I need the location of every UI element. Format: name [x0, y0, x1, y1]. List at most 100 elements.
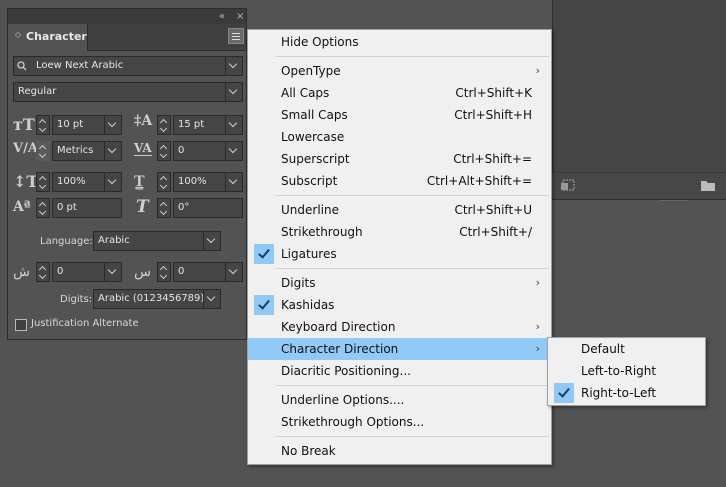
tracking-stepper[interactable]	[157, 141, 171, 161]
font-size-dropdown[interactable]	[104, 116, 121, 134]
submenu-item-right-to-left[interactable]: Right-to-Left	[548, 382, 705, 404]
character-panel: « × ◇ Character Loew Next Arabic Regular…	[7, 8, 247, 340]
menu-item-label: Character Direction	[281, 342, 399, 356]
chevron-right-icon: ›	[535, 320, 540, 333]
chevron-down-icon	[107, 118, 117, 128]
menu-item-superscript[interactable]: Superscript Ctrl+Shift+=	[248, 148, 551, 170]
panel-context-menu: Hide Options OpenType › All Caps Ctrl+Sh…	[247, 29, 552, 465]
submenu-item-left-to-right[interactable]: Left-to-Right	[548, 360, 705, 382]
menu-item-shortcut: Ctrl+Shift+/	[459, 225, 532, 239]
menu-separator	[276, 385, 549, 386]
menu-item-opentype[interactable]: OpenType ›	[248, 60, 551, 82]
font-family-dropdown[interactable]	[225, 57, 242, 75]
menu-item-character-direction[interactable]: Character Direction ›	[248, 338, 551, 360]
submenu-item-label: Right-to-Left	[581, 386, 657, 400]
arabic-param-1-value: 0	[57, 266, 64, 277]
panel-title-bar: « ×	[8, 9, 246, 24]
menu-item-label: Underline Options....	[281, 393, 405, 407]
leading-dropdown[interactable]	[225, 116, 242, 134]
language-dropdown[interactable]	[203, 232, 220, 250]
menu-separator	[276, 195, 549, 196]
kerning-dropdown[interactable]	[104, 142, 121, 160]
menu-item-small-caps[interactable]: Small Caps Ctrl+Shift+H	[248, 104, 551, 126]
leading-value: 15 pt	[178, 119, 205, 130]
menu-item-no-break[interactable]: No Break	[248, 440, 551, 462]
chevron-down-icon	[107, 144, 117, 154]
menu-item-label: Lowercase	[281, 130, 345, 144]
skew-field[interactable]: 0°	[173, 198, 243, 218]
digits-field[interactable]: Arabic (0123456789)	[93, 289, 221, 309]
menu-item-label: Diacritic Positioning...	[281, 364, 411, 378]
chevron-down-icon	[228, 265, 238, 275]
font-size-value: 10 pt	[57, 119, 84, 130]
horizontal-scale-stepper[interactable]	[157, 172, 171, 192]
close-panel-icon[interactable]: ×	[236, 10, 244, 23]
horizontal-scale-dropdown[interactable]	[225, 173, 242, 191]
menu-separator	[276, 436, 549, 437]
tracking-field[interactable]: 0	[173, 141, 243, 161]
menu-item-label: Subscript	[281, 174, 338, 188]
arabic-param-2-stepper[interactable]	[157, 262, 171, 282]
menu-item-lowercase[interactable]: Lowercase	[248, 126, 551, 148]
panel-resize-grip[interactable]	[660, 200, 688, 204]
font-size-stepper[interactable]	[36, 115, 50, 135]
menu-separator	[276, 268, 549, 269]
menu-item-kashidas[interactable]: Kashidas	[248, 294, 551, 316]
menu-item-diacritic-positioning[interactable]: Diacritic Positioning...	[248, 360, 551, 382]
menu-item-underline[interactable]: Underline Ctrl+Shift+U	[248, 199, 551, 221]
font-style-field[interactable]: Regular	[13, 82, 243, 102]
menu-item-strikethrough[interactable]: Strikethrough Ctrl+Shift+/	[248, 221, 551, 243]
font-size-icon: ᴛT	[13, 115, 35, 134]
font-style-dropdown[interactable]	[225, 83, 242, 101]
submenu-item-default[interactable]: Default	[548, 338, 705, 360]
menu-item-keyboard-direction[interactable]: Keyboard Direction ›	[248, 316, 551, 338]
tracking-dropdown[interactable]	[225, 142, 242, 160]
arabic-diacritic-y-icon: س	[134, 264, 152, 280]
font-family-field[interactable]: Loew Next Arabic	[13, 56, 243, 76]
arabic-param-1-stepper[interactable]	[36, 262, 50, 282]
baseline-shift-field[interactable]: 0 pt	[52, 198, 122, 218]
horizontal-scale-field[interactable]: 100%	[173, 172, 243, 192]
language-field[interactable]: Arabic	[93, 231, 221, 251]
menu-item-shortcut: Ctrl+Shift+=	[453, 152, 532, 166]
digits-dropdown[interactable]	[203, 290, 220, 308]
arabic-param-2-field[interactable]: 0	[173, 262, 243, 282]
collapse-panel-icon[interactable]: «	[219, 10, 225, 23]
leading-field[interactable]: 15 pt	[173, 115, 243, 135]
kerning-field[interactable]: Metrics	[52, 141, 122, 161]
new-layer-icon[interactable]	[560, 178, 576, 192]
menu-item-underline-options[interactable]: Underline Options....	[248, 389, 551, 411]
menu-item-strikethrough-options[interactable]: Strikethrough Options...	[248, 411, 551, 433]
folder-icon[interactable]	[700, 178, 716, 192]
vertical-scale-stepper[interactable]	[36, 172, 50, 192]
menu-item-subscript[interactable]: Subscript Ctrl+Alt+Shift+=	[248, 170, 551, 192]
vertical-scale-dropdown[interactable]	[104, 173, 121, 191]
panel-tab-bar: ◇ Character	[8, 24, 246, 51]
arabic-param-2-dropdown[interactable]	[225, 263, 242, 281]
leading-stepper[interactable]	[157, 115, 171, 135]
menu-item-ligatures[interactable]: Ligatures	[248, 243, 551, 265]
menu-item-all-caps[interactable]: All Caps Ctrl+Shift+K	[248, 82, 551, 104]
menu-item-hide-options[interactable]: Hide Options	[248, 31, 551, 53]
justification-alternate-checkbox[interactable]	[15, 319, 27, 331]
menu-item-label: Digits	[281, 276, 316, 290]
skew-icon: T	[136, 197, 149, 217]
menu-item-label: OpenType	[281, 64, 341, 78]
tracking-value: 0	[178, 145, 185, 156]
baseline-shift-value: 0 pt	[57, 202, 77, 213]
panel-menu-button[interactable]	[228, 28, 244, 44]
menu-item-digits[interactable]: Digits ›	[248, 272, 551, 294]
menu-item-label: Kashidas	[281, 298, 335, 312]
menu-item-label: Keyboard Direction	[281, 320, 396, 334]
arabic-param-1-dropdown[interactable]	[104, 263, 121, 281]
kerning-icon: V/A	[13, 141, 38, 156]
skew-stepper[interactable]	[157, 198, 171, 218]
character-direction-submenu: Default Left-to-Right Right-to-Left	[547, 337, 706, 406]
tab-character[interactable]: ◇ Character	[8, 24, 88, 51]
arabic-param-1-field[interactable]: 0	[52, 262, 122, 282]
kerning-stepper[interactable]	[36, 141, 50, 161]
baseline-shift-stepper[interactable]	[36, 198, 50, 218]
font-style-value: Regular	[18, 86, 57, 97]
font-size-field[interactable]: 10 pt	[52, 115, 122, 135]
vertical-scale-field[interactable]: 100%	[52, 172, 122, 192]
